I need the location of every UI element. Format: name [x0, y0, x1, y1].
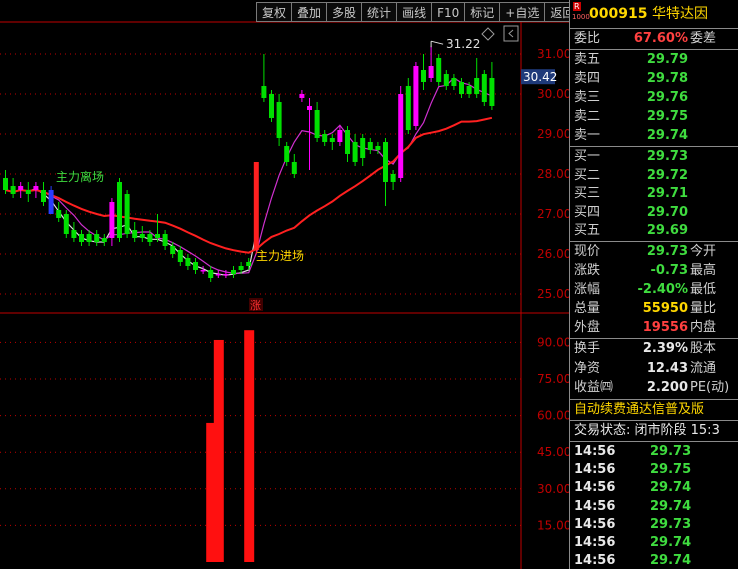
toolbar-button-4[interactable]: 画线 [397, 2, 433, 22]
volume-tick: 75.00 [537, 372, 569, 386]
price-tick: 30.00 [537, 87, 569, 101]
price-tick: 28.00 [537, 167, 569, 181]
buy-row: 买三 29.71 [574, 186, 688, 202]
volume-tick: 45.00 [537, 445, 569, 459]
current-price-tag: 30.42 [523, 70, 557, 84]
sell-row: 卖二 29.75 [574, 109, 688, 124]
price-tick: 29.00 [537, 127, 569, 141]
sell-row: 卖五 29.79 [574, 52, 688, 67]
buy-row: 买四 29.70 [574, 204, 688, 220]
stat-row: 外盘 19556 内盘 [574, 320, 717, 335]
tick-row: 14:56 29.74 [574, 553, 692, 569]
candle [253, 162, 259, 254]
buy-row: 买五 29.69 [574, 223, 688, 239]
toolbar-button-2[interactable]: 多股 [327, 2, 363, 22]
badge-bottom: 1000 [572, 13, 590, 21]
stock-code: 000915 [589, 6, 648, 22]
fundamental-row: 收益㈣ 2.200 PE(动) [574, 380, 730, 395]
tick-row: 14:56 29.74 [574, 480, 692, 496]
candle [117, 178, 122, 242]
high-price-label: 31.22 [446, 37, 480, 51]
buy-row: 买二 29.72 [574, 167, 688, 183]
price-tick: 25.00 [537, 287, 569, 301]
tick-row: 14:56 29.74 [574, 535, 692, 550]
tick-row: 14:56 29.74 [574, 498, 692, 514]
toolbar-button-6[interactable]: 标记 [465, 2, 501, 22]
price-tick: 26.00 [537, 247, 569, 261]
candle [405, 78, 411, 134]
toolbar-button-0[interactable]: 复权 [256, 2, 293, 22]
volume-bar [213, 339, 224, 562]
candle [124, 190, 130, 238]
entry-label: 主力进场 [256, 249, 304, 263]
volume-tick: 15.00 [537, 518, 569, 532]
chart-toolbar: 复权 叠加 多股 统计 画线 F10 标记 +自选 返回 [256, 2, 581, 22]
price-tick: 27.00 [537, 207, 569, 221]
candle [63, 210, 69, 238]
promo-link[interactable]: 自动续费通达信普及版 [570, 401, 738, 419]
toolbar-button-3[interactable]: 统计 [362, 2, 398, 22]
toolbar-button-7[interactable]: +自选 [500, 2, 546, 22]
volume-tick: 60.00 [537, 409, 569, 423]
volume-bar [244, 330, 255, 562]
tick-row: 14:56 29.73 [574, 444, 692, 459]
badge-top: R [573, 2, 581, 11]
stat-row: 涨跌 -0.73 最高 [574, 263, 717, 278]
stat-row: 总量 55950 量比 [574, 301, 717, 316]
volume-tick: 30.00 [537, 482, 569, 496]
price-tick: 31.00 [537, 47, 569, 61]
rise-marker: 涨 [250, 299, 261, 312]
candle [269, 90, 274, 122]
sell-row: 卖三 29.76 [574, 90, 688, 105]
sell-row: 卖一 29.74 [574, 128, 688, 143]
sell-row: 卖四 29.78 [574, 71, 688, 86]
fundamental-row: 换手 2.39% 股本 [574, 341, 717, 356]
stat-row: 现价 29.73 今开 [574, 244, 717, 259]
separator [570, 28, 738, 29]
quote-panel: R 1000 000915 华特达因 委比 67.60% 委差 卖五 29.79 卖… [569, 0, 738, 569]
candle [398, 86, 404, 182]
tick-row: 14:56 29.73 [574, 516, 692, 532]
stock-header: R 1000 000915 华特达因 [570, 0, 738, 28]
volume-tick: 90.00 [537, 335, 569, 349]
kline-chart[interactable]: 31.00 30.00 29.00 28.00 27.00 26.00 25.00 90.00… [0, 0, 569, 569]
stat-row: 涨幅 -2.40% 最低 [574, 282, 717, 297]
candle [413, 62, 419, 130]
candle [481, 70, 487, 106]
buy-row: 买一 29.73 [574, 149, 688, 164]
candle [48, 186, 54, 214]
exit-label: 主力离场 [56, 169, 104, 184]
tick-row: 14:56 29.75 [574, 462, 692, 478]
stock-name: 华特达因 [652, 6, 708, 22]
trade-status: 交易状态: 闭市阶段 15:3 [574, 423, 720, 438]
toolbar-button-5[interactable]: F10 [432, 2, 466, 22]
toolbar-button-1[interactable]: 叠加 [292, 2, 328, 22]
weibi-row: 委比 67.60% 委差 [574, 31, 717, 46]
fundamental-row: 净资 12.43 流通 [574, 360, 717, 376]
candle [436, 54, 442, 86]
